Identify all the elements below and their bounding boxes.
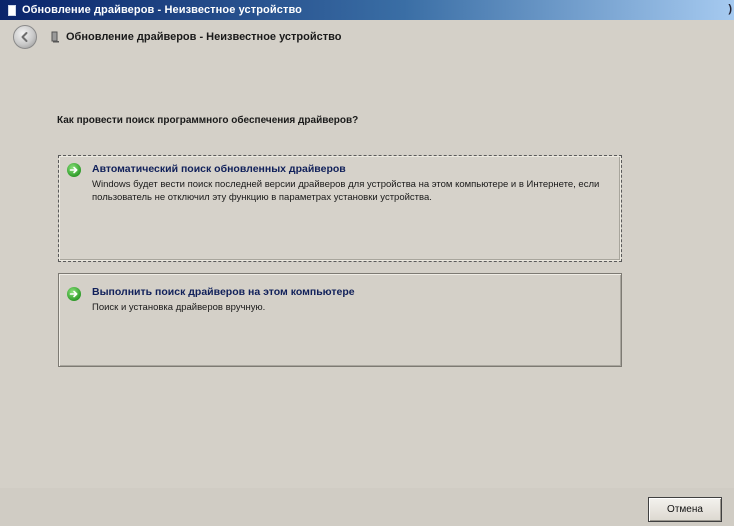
green-arrow-icon xyxy=(67,163,81,177)
back-arrow-icon xyxy=(21,32,28,42)
navigation-bar: Обновление драйверов - Неизвестное устро… xyxy=(0,20,734,54)
footer-bar xyxy=(0,488,734,526)
browse-computer-option-description: Поиск и установка драйверов вручную. xyxy=(92,302,266,313)
auto-search-option-title: Автоматический поиск обновленных драйвер… xyxy=(92,163,346,175)
back-button[interactable] xyxy=(13,25,37,49)
cancel-button[interactable]: Отмена xyxy=(648,497,722,522)
device-icon xyxy=(51,31,59,43)
title-bar-edge-glyph: ) xyxy=(728,3,732,15)
auto-search-option[interactable]: Автоматический поиск обновленных драйвер… xyxy=(58,155,622,262)
title-bar[interactable]: Обновление драйверов - Неизвестное устро… xyxy=(0,0,734,20)
window-icon xyxy=(8,4,16,16)
auto-search-option-description: Windows будет вести поиск последней верс… xyxy=(92,179,600,203)
wizard-title: Обновление драйверов - Неизвестное устро… xyxy=(66,31,342,43)
green-arrow-icon xyxy=(67,287,81,301)
browse-computer-option-title: Выполнить поиск драйверов на этом компью… xyxy=(92,286,355,298)
window-title: Обновление драйверов - Неизвестное устро… xyxy=(22,4,302,16)
search-question-heading: Как провести поиск программного обеспече… xyxy=(57,115,359,126)
browse-computer-option[interactable]: Выполнить поиск драйверов на этом компью… xyxy=(58,273,622,367)
